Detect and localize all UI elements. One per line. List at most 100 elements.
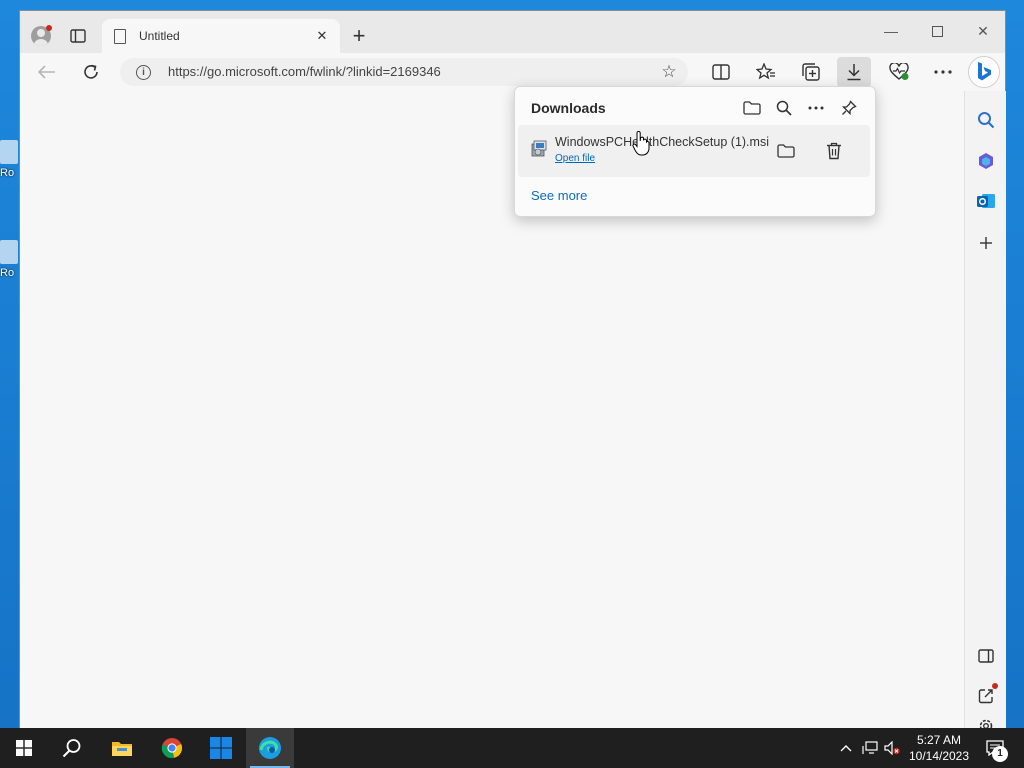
clock[interactable]: 5:27 AM 10/14/2023 xyxy=(904,732,974,764)
volume-muted-icon xyxy=(884,741,900,755)
action-center-button[interactable]: 1 xyxy=(980,728,1010,768)
sidebar-copilot-button[interactable] xyxy=(970,146,1002,176)
downloads-more-options-button[interactable] xyxy=(803,96,829,120)
show-in-folder-button[interactable] xyxy=(771,137,801,165)
address-field[interactable]: i https://go.microsoft.com/fwlink/?linki… xyxy=(120,58,688,86)
msi-installer-icon xyxy=(531,140,547,157)
tab-actions-icon xyxy=(70,29,86,43)
maximize-button[interactable] xyxy=(914,17,960,47)
favorite-star-icon[interactable]: ☆ xyxy=(658,61,680,83)
desktop-icon[interactable]: Ro xyxy=(0,240,18,279)
maximize-icon xyxy=(931,26,943,37)
trash-icon xyxy=(827,142,841,160)
search-icon xyxy=(62,739,81,758)
start-menu-app-button[interactable] xyxy=(197,728,245,768)
see-more-link[interactable]: See more xyxy=(531,188,587,203)
taskbar-search-button[interactable] xyxy=(48,728,96,768)
sidebar-settings-button[interactable] xyxy=(970,715,1002,729)
outlook-icon xyxy=(977,194,995,208)
edge-sidebar xyxy=(964,91,1006,729)
network-button[interactable] xyxy=(862,740,878,756)
search-icon xyxy=(978,112,995,129)
add-icon xyxy=(980,237,992,249)
volume-button[interactable] xyxy=(884,740,900,756)
refresh-button[interactable] xyxy=(76,59,106,85)
sidebar-search-button[interactable] xyxy=(970,105,1002,135)
hand-cursor-icon xyxy=(632,131,650,156)
delete-download-button[interactable] xyxy=(819,137,849,165)
back-button[interactable] xyxy=(32,59,62,85)
tab-title: Untitled xyxy=(139,29,180,43)
download-filename: WindowsPCHealthCheckSetup (1).msi xyxy=(555,135,769,149)
folder-icon xyxy=(777,144,795,158)
download-item[interactable]: WindowsPCHealthCheckSetup (1).msi Open f… xyxy=(518,125,870,177)
refresh-icon xyxy=(84,64,98,79)
hide-sidebar-icon xyxy=(978,649,994,663)
desktop-shortcut-icon xyxy=(0,140,18,164)
open-external-icon xyxy=(978,689,993,704)
start-button[interactable] xyxy=(0,728,48,768)
sidebar-add-button[interactable] xyxy=(970,228,1002,258)
show-hidden-icons-button[interactable] xyxy=(838,740,854,756)
collections-button[interactable] xyxy=(794,57,828,87)
desktop-shortcut-icon xyxy=(0,240,18,264)
chevron-up-icon xyxy=(840,745,852,752)
split-screen-icon xyxy=(712,64,730,80)
notification-dot xyxy=(992,683,998,689)
favorites-button[interactable] xyxy=(749,57,783,87)
tab-bar: Untitled ✕ + — ✕ xyxy=(20,11,1005,53)
close-window-button[interactable]: ✕ xyxy=(960,17,1006,47)
downloads-icon xyxy=(847,64,861,81)
copilot-icon xyxy=(979,153,993,169)
tab-actions-button[interactable] xyxy=(66,25,90,47)
sidebar-outlook-button[interactable] xyxy=(970,186,1002,216)
url-text[interactable]: https://go.microsoft.com/fwlink/?linkid=… xyxy=(168,64,441,79)
chrome-button[interactable] xyxy=(148,728,196,768)
desktop-icon[interactable]: Ro xyxy=(0,140,18,179)
chrome-icon xyxy=(161,738,183,759)
split-screen-button[interactable] xyxy=(704,57,738,87)
windows-logo-icon xyxy=(16,740,32,756)
downloads-panel: Downloads WindowsPCHealthCheckSetup (1).… xyxy=(514,86,876,217)
browser-essentials-icon xyxy=(889,63,909,80)
clock-date: 10/14/2023 xyxy=(908,749,970,763)
close-tab-button[interactable]: ✕ xyxy=(312,26,332,46)
windows-tiles-icon xyxy=(210,737,232,759)
minimize-button[interactable]: — xyxy=(868,17,914,47)
site-info-icon[interactable]: i xyxy=(136,65,151,80)
taskbar: 5:27 AM 10/14/2023 1 xyxy=(0,728,1024,768)
edge-taskbar-button[interactable] xyxy=(246,728,294,768)
page-icon xyxy=(114,29,126,44)
downloads-button[interactable] xyxy=(837,57,871,87)
hide-sidebar-button[interactable] xyxy=(970,641,1002,671)
file-explorer-icon xyxy=(112,742,132,756)
desktop-icon-label: Ro xyxy=(0,267,15,279)
notification-dot xyxy=(46,25,52,31)
new-tab-button[interactable]: + xyxy=(347,25,371,49)
profile-button[interactable] xyxy=(26,23,56,49)
downloads-title: Downloads xyxy=(531,100,606,116)
more-icon xyxy=(934,70,952,74)
clock-time: 5:27 AM xyxy=(916,733,962,747)
pin-downloads-button[interactable] xyxy=(836,96,862,120)
network-icon xyxy=(862,741,878,754)
folder-icon xyxy=(743,101,761,115)
browser-window: Untitled ✕ + — ✕ i https://go.microsoft.… xyxy=(19,10,1006,729)
bing-copilot-button[interactable] xyxy=(968,56,1000,88)
search-downloads-button[interactable] xyxy=(771,96,797,120)
more-options-button[interactable] xyxy=(926,57,960,87)
tab-untitled[interactable]: Untitled ✕ xyxy=(102,19,340,53)
back-arrow-icon xyxy=(38,65,55,79)
bing-copilot-icon xyxy=(978,62,991,81)
open-file-link[interactable]: Open file xyxy=(555,153,595,164)
notification-count-badge: 1 xyxy=(992,746,1008,762)
open-external-button[interactable] xyxy=(970,681,1002,711)
browser-essentials-button[interactable] xyxy=(882,57,916,87)
file-explorer-button[interactable] xyxy=(98,728,146,768)
pin-icon xyxy=(841,100,857,116)
open-downloads-folder-button[interactable] xyxy=(739,96,765,120)
desktop-icon-label: Ro xyxy=(0,167,15,179)
search-icon xyxy=(776,100,792,116)
collections-icon xyxy=(802,63,820,81)
edge-icon xyxy=(259,737,281,759)
